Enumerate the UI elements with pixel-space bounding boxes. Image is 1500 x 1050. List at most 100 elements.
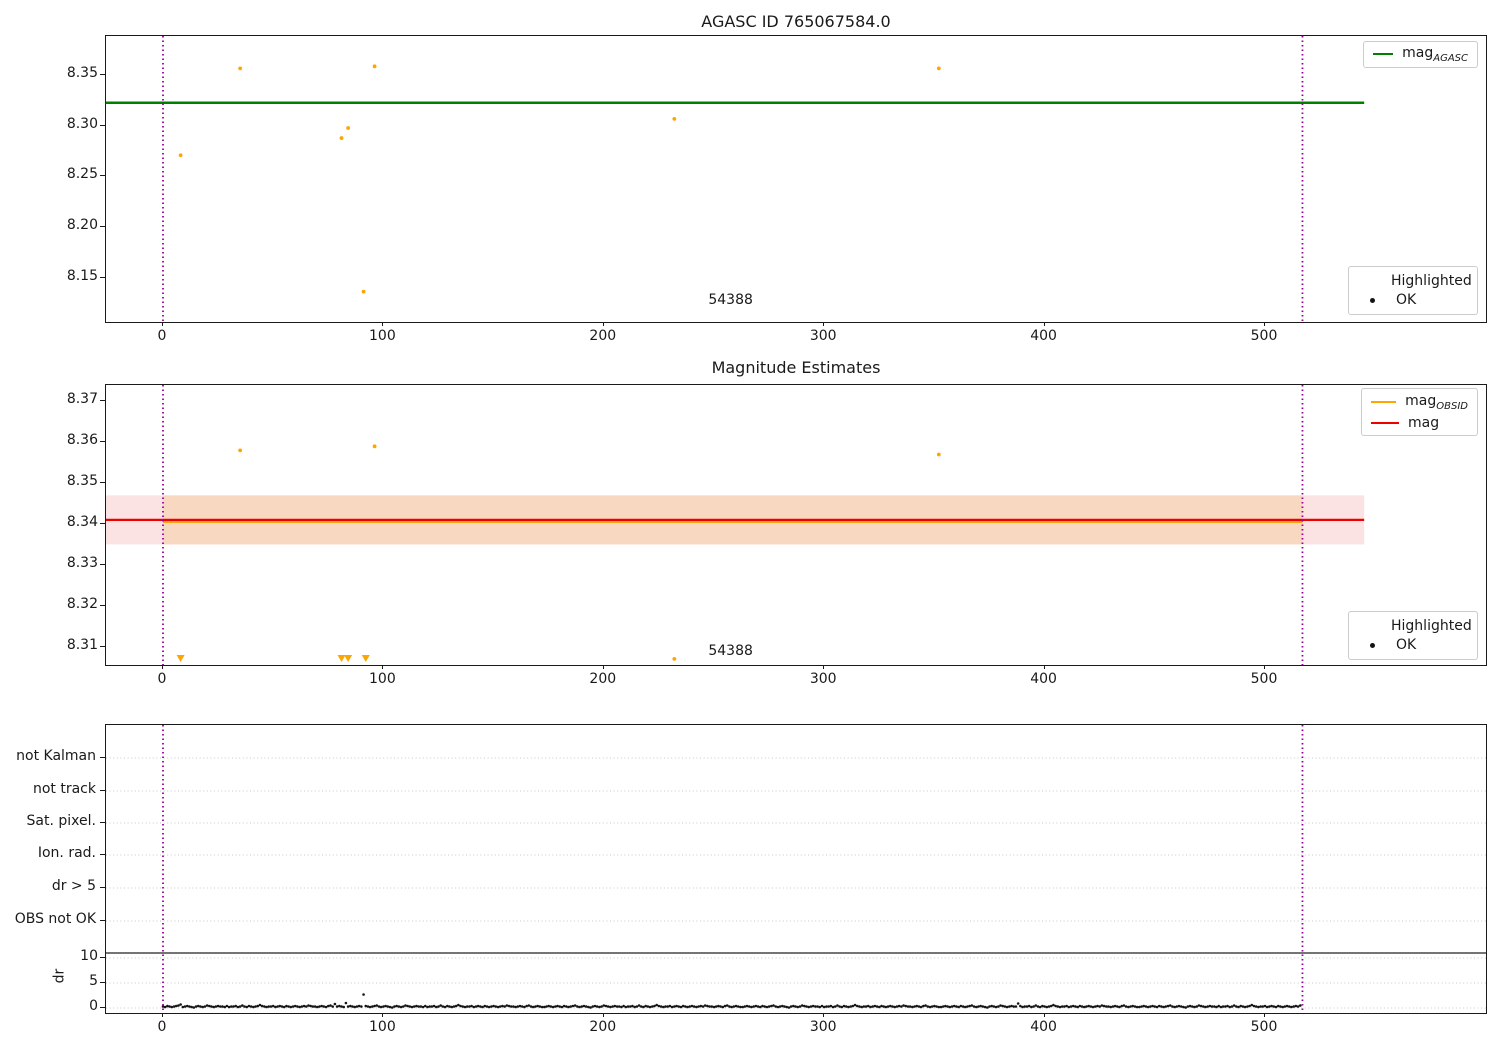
x-tick-mark: [1264, 322, 1265, 326]
dr-point: [789, 1005, 793, 1008]
dr-point: [717, 1004, 720, 1008]
dr-point: [904, 1004, 908, 1008]
dr-point: [677, 1005, 681, 1008]
dr-point: [309, 1004, 312, 1008]
dr-point: [1063, 1005, 1066, 1008]
dr-point: [247, 1004, 251, 1008]
dr-point: [448, 1005, 451, 1008]
dr-point: [1016, 1002, 1020, 1005]
dr-point: [296, 1005, 299, 1008]
dr-point: [580, 1005, 584, 1008]
dr-point: [426, 1005, 429, 1009]
dr-point: [280, 1005, 284, 1008]
dr-point: [474, 1005, 478, 1008]
dr-point: [313, 1005, 317, 1008]
dr-point: [754, 1004, 758, 1008]
dr-point: [307, 1004, 310, 1007]
dr-point: [212, 1005, 215, 1009]
dr-point: [483, 1004, 487, 1008]
dr-point: [974, 1005, 978, 1009]
dr-point: [633, 1005, 636, 1009]
dr-point: [933, 1004, 936, 1008]
clipped-low-marker: [337, 655, 346, 662]
dr-point: [207, 1004, 211, 1008]
dr-point: [723, 1004, 727, 1008]
dr-point: [368, 1005, 372, 1009]
dr-point: [243, 1005, 246, 1008]
dr-point: [404, 1004, 407, 1007]
dr-point: [606, 1005, 610, 1008]
dr-point: [761, 1004, 764, 1008]
dr-point: [800, 1004, 804, 1007]
dr-point: [185, 1004, 189, 1008]
y-tick-mark: [100, 226, 105, 227]
dr-point: [1142, 1004, 1146, 1008]
dr-point: [1270, 1004, 1273, 1008]
dr-point: [855, 1004, 859, 1008]
dr-point: [732, 1005, 736, 1008]
dr-point: [562, 1004, 566, 1008]
dr-point: [889, 1004, 892, 1008]
dr-point: [507, 1004, 511, 1008]
ok-label: OK: [1396, 637, 1417, 653]
y-tick-mark: [100, 790, 105, 791]
dr-point: [792, 1004, 795, 1008]
plot-magest-title: Magnitude Estimates: [711, 358, 881, 377]
x-tick-label: 400: [1030, 328, 1057, 344]
dr-point: [393, 1005, 396, 1008]
dr-point: [1279, 1005, 1282, 1008]
dr-point: [1078, 1004, 1082, 1008]
dr-point: [406, 1004, 409, 1008]
dr-point: [1224, 1005, 1227, 1008]
dr-point: [278, 1004, 282, 1008]
dr-point: [587, 1005, 590, 1009]
y-tick-mark: [100, 482, 105, 484]
dr-point: [659, 1005, 663, 1008]
dr-point: [1261, 1005, 1265, 1008]
dr-point: [981, 1005, 985, 1008]
dr-point: [1071, 1004, 1075, 1008]
dr-point: [948, 1005, 952, 1009]
dr-point: [331, 1005, 335, 1008]
dr-point: [639, 1005, 643, 1008]
dr-point: [1243, 1005, 1247, 1009]
dr-point: [446, 1004, 449, 1008]
dr-point: [547, 1004, 550, 1008]
dr-point: [556, 1004, 559, 1008]
dr-point: [891, 1005, 894, 1008]
y-tick-label: 8.33: [66, 554, 98, 571]
dr-point: [542, 1005, 546, 1009]
dr-point: [412, 1005, 416, 1008]
dr-point: [1246, 1005, 1249, 1008]
dr-point: [1175, 1005, 1179, 1008]
dr-point: [1129, 1005, 1132, 1008]
dr-point: [1287, 1005, 1291, 1008]
dr-point: [1157, 1004, 1161, 1008]
dr-point: [260, 1004, 264, 1008]
mag-agasc-line-swatch: [1373, 53, 1394, 56]
dr-point: [285, 1004, 288, 1008]
dr-point: [796, 1005, 800, 1009]
dr-point: [1113, 1004, 1117, 1008]
plot-flags-dr: [105, 724, 1487, 1014]
dr-point: [650, 1005, 654, 1008]
dr-point: [450, 1005, 454, 1009]
dr-point: [1173, 1005, 1176, 1009]
highlighted-point: [361, 289, 366, 294]
highlighted-point: [238, 66, 243, 71]
dr-point: [752, 1005, 755, 1008]
x-tick-label: 300: [809, 671, 837, 687]
y-tick-mark: [100, 854, 105, 855]
dr-point: [781, 1004, 784, 1008]
highlighted-point: [672, 656, 677, 661]
dr-point: [946, 1005, 949, 1008]
dr-point: [770, 1004, 773, 1008]
dr-point: [349, 1004, 352, 1008]
dr-point: [254, 1005, 257, 1008]
dr-point: [360, 1005, 363, 1008]
dr-point: [1087, 1004, 1090, 1008]
dr-point: [340, 1005, 343, 1008]
dr-point: [692, 1005, 696, 1008]
dr-point: [263, 1005, 266, 1008]
x-tick-mark: [1043, 1013, 1045, 1017]
